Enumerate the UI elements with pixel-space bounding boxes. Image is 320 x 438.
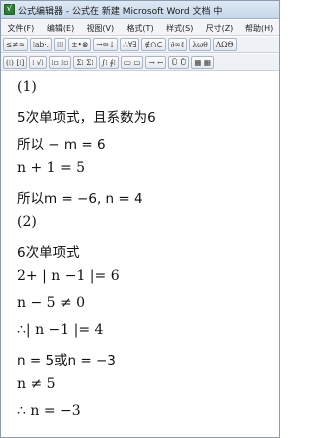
menu-edit[interactable]: 编辑(E) xyxy=(41,20,81,35)
arrow-symbols-button[interactable]: →⇔↓ xyxy=(93,38,119,51)
greek-lowercase-button[interactable]: λωθ xyxy=(189,38,211,51)
operator-symbols-button[interactable]: ±•⊗ xyxy=(68,38,92,51)
window-title: 公式编辑器 - 公式在 新建 Microsoft Word 文档 中 xyxy=(18,7,223,17)
embellishments-button[interactable]: ⁞⁞⁞ xyxy=(53,38,67,51)
equation-line: 5次单项式，且系数为6 xyxy=(17,110,156,126)
menu-file[interactable]: 文件(F) xyxy=(1,20,41,35)
set-theory-symbols-button[interactable]: ∉∩⊂ xyxy=(141,38,166,51)
menu-view[interactable]: 视图(V) xyxy=(80,20,120,35)
integral-templates-button[interactable]: ∫⁞ ∮⁞ xyxy=(98,55,119,69)
matrix-templates-button[interactable]: ▦ ▦ xyxy=(191,55,214,69)
menu-bar: 文件(F) 编辑(E) 视图(V) 格式(T) 样式(S) 尺寸(Z) 帮助(H… xyxy=(1,20,279,36)
menu-size[interactable]: 尺寸(Z) xyxy=(200,20,240,35)
equation-line: ∴ n = −3 xyxy=(17,403,81,419)
equation-editing-area[interactable]: (1) 5次单项式，且系数为6 所以 − m = 6 n + 1 = 5 所以m… xyxy=(2,72,278,437)
equation-line: ∴| n −1 |= 4 xyxy=(17,322,104,338)
symbol-palette-toolbar: ≤≠≈ ⁞ab·. ⁞⁞⁞ ±•⊗ →⇔↓ ∴∀∃ ∉∩⊂ ∂∞ℓ λωθ ΛΩ… xyxy=(1,37,279,53)
fraction-radical-templates-button[interactable]: ⁞ √⁞ xyxy=(29,55,47,69)
summation-templates-button[interactable]: Σ⁞ Σ⁞ xyxy=(73,55,97,69)
equation-editor-window: √ 公式编辑器 - 公式在 新建 Microsoft Word 文档 中 文件(… xyxy=(0,0,280,438)
equation-line: n − 5 ≠ 0 xyxy=(17,295,86,311)
products-set-templates-button[interactable]: Ū Ů xyxy=(168,55,190,69)
equation-line: (2) xyxy=(17,214,37,230)
relational-symbols-button[interactable]: ≤≠≈ xyxy=(3,38,28,51)
title-bar: √ 公式编辑器 - 公式在 新建 Microsoft Word 文档 中 xyxy=(1,1,279,19)
fence-templates-button[interactable]: (⁞) [⁞] xyxy=(3,55,28,69)
equation-line: n + 1 = 5 xyxy=(17,160,86,176)
equation-line: 2+ | n −1 |= 6 xyxy=(17,268,120,284)
equation-line: 所以 − m = 6 xyxy=(17,137,106,153)
underbar-overbar-templates-button[interactable]: ▭ ▭ xyxy=(120,55,144,69)
greek-uppercase-button[interactable]: ΛΩΘ xyxy=(212,38,237,51)
labeled-arrow-templates-button[interactable]: → ← xyxy=(145,55,167,69)
equation-line: 所以m = −6, n = 4 xyxy=(17,191,143,207)
equation-line: n = 5或n = −3 xyxy=(17,353,116,369)
logical-symbols-button[interactable]: ∴∀∃ xyxy=(120,38,140,51)
misc-symbols-button[interactable]: ∂∞ℓ xyxy=(167,38,188,51)
subscript-superscript-templates-button[interactable]: ⁞▫ ⁞▫ xyxy=(48,55,72,69)
menu-style[interactable]: 样式(S) xyxy=(160,20,200,35)
equation-editor-icon: √ xyxy=(4,4,15,15)
equation-line: 6次单项式 xyxy=(17,245,80,261)
template-palette-toolbar: (⁞) [⁞] ⁞ √⁞ ⁞▫ ⁞▫ Σ⁞ Σ⁞ ∫⁞ ∮⁞ ▭ ▭ → ← Ū… xyxy=(1,54,279,71)
menu-format[interactable]: 格式(T) xyxy=(120,20,160,35)
equation-line: n ≠ 5 xyxy=(17,376,56,392)
spaces-ellipses-button[interactable]: ⁞ab·. xyxy=(29,38,52,51)
equation-line: (1) xyxy=(17,79,37,95)
menu-help[interactable]: 帮助(H) xyxy=(239,20,279,35)
